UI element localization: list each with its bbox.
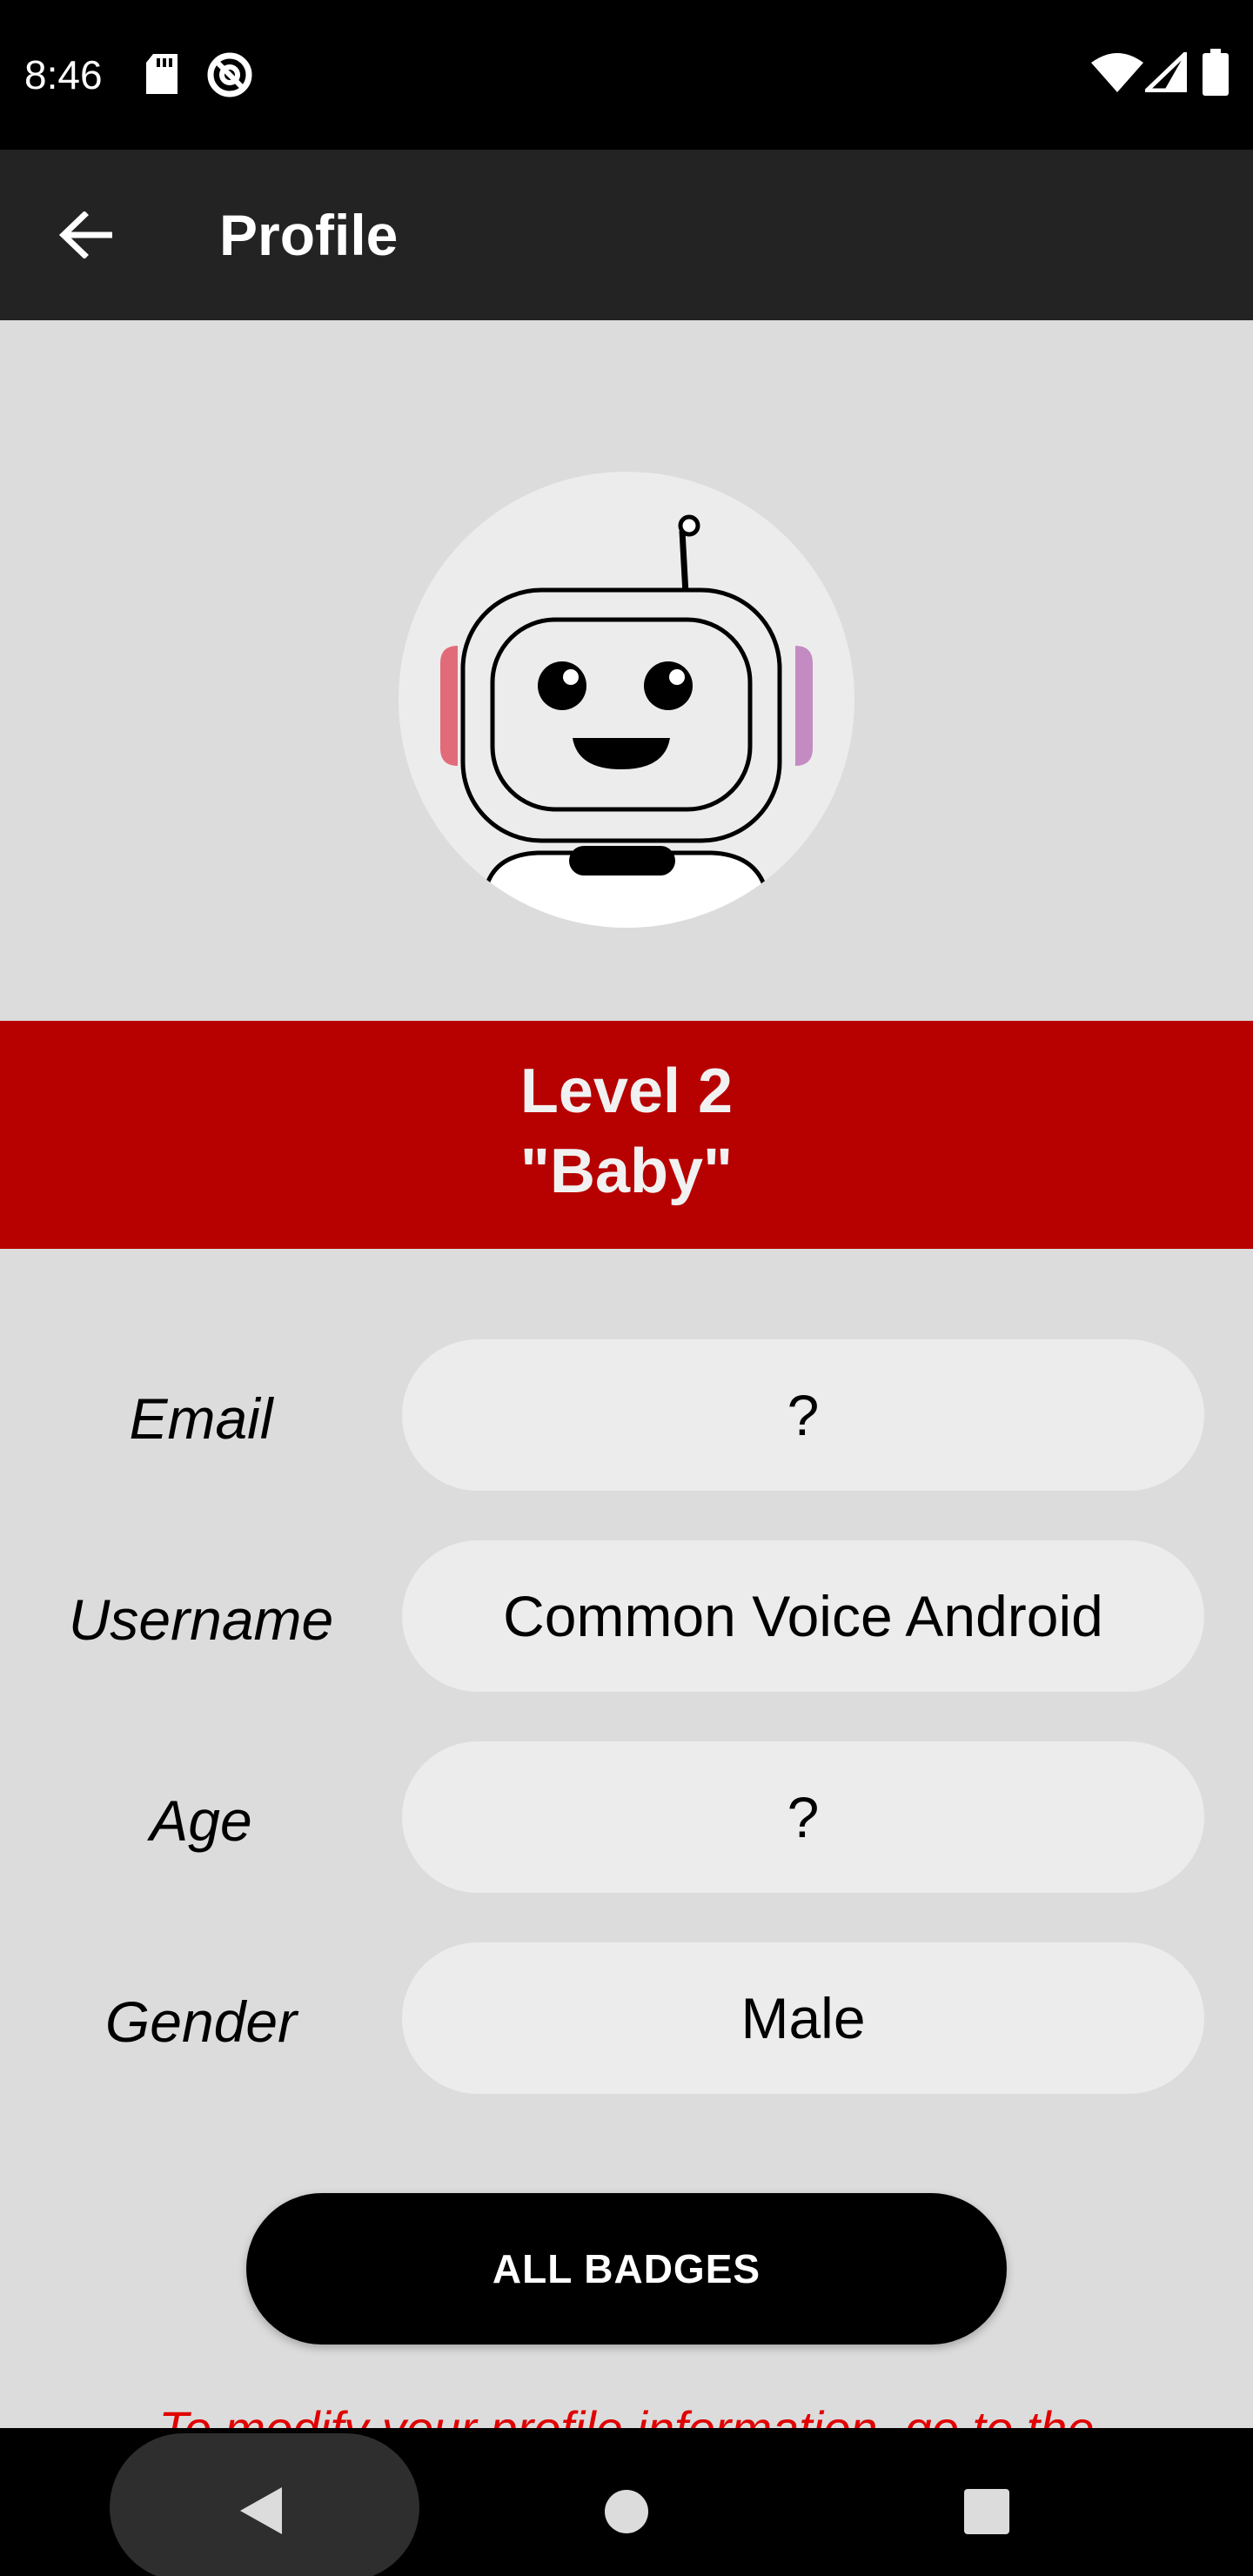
age-label: Age bbox=[150, 1788, 252, 1853]
age-field[interactable]: ? bbox=[402, 1741, 1204, 1893]
profile-screen: 8:46 Profile Level 2 "Baby" Email ? User… bbox=[0, 0, 1253, 2576]
gender-field[interactable]: Male bbox=[402, 1942, 1204, 2094]
page-title: Profile bbox=[219, 203, 399, 267]
nav-home-icon[interactable] bbox=[604, 2489, 649, 2534]
app-bar: Profile bbox=[0, 150, 1253, 320]
battery-icon bbox=[1203, 49, 1229, 96]
avatar bbox=[399, 472, 854, 928]
email-field[interactable]: ? bbox=[402, 1339, 1204, 1491]
signal-icon bbox=[1145, 52, 1187, 92]
level-number: Level 2 bbox=[519, 1057, 734, 1126]
nav-recents-icon[interactable] bbox=[964, 2489, 1009, 2534]
email-label: Email bbox=[129, 1386, 273, 1451]
sd-card-icon bbox=[146, 54, 178, 94]
back-button[interactable] bbox=[35, 193, 136, 277]
status-time: 8:46 bbox=[24, 52, 103, 97]
nav-back-icon bbox=[240, 2487, 282, 2534]
all-badges-button[interactable]: ALL BADGES bbox=[246, 2193, 1007, 2345]
level-title: "Baby" bbox=[519, 1137, 734, 1206]
level-banner: Level 2 "Baby" bbox=[0, 1021, 1253, 1249]
username-label: Username bbox=[68, 1587, 334, 1652]
navigation-bar bbox=[0, 2428, 1253, 2576]
no-disturb-icon bbox=[207, 52, 252, 97]
wifi-icon bbox=[1091, 53, 1143, 92]
robot-avatar-icon bbox=[440, 514, 813, 928]
gender-label: Gender bbox=[104, 1989, 298, 2054]
username-field[interactable]: Common Voice Android bbox=[402, 1540, 1204, 1692]
status-bar: 8:46 bbox=[0, 0, 1253, 150]
arrow-back-icon bbox=[58, 211, 112, 258]
